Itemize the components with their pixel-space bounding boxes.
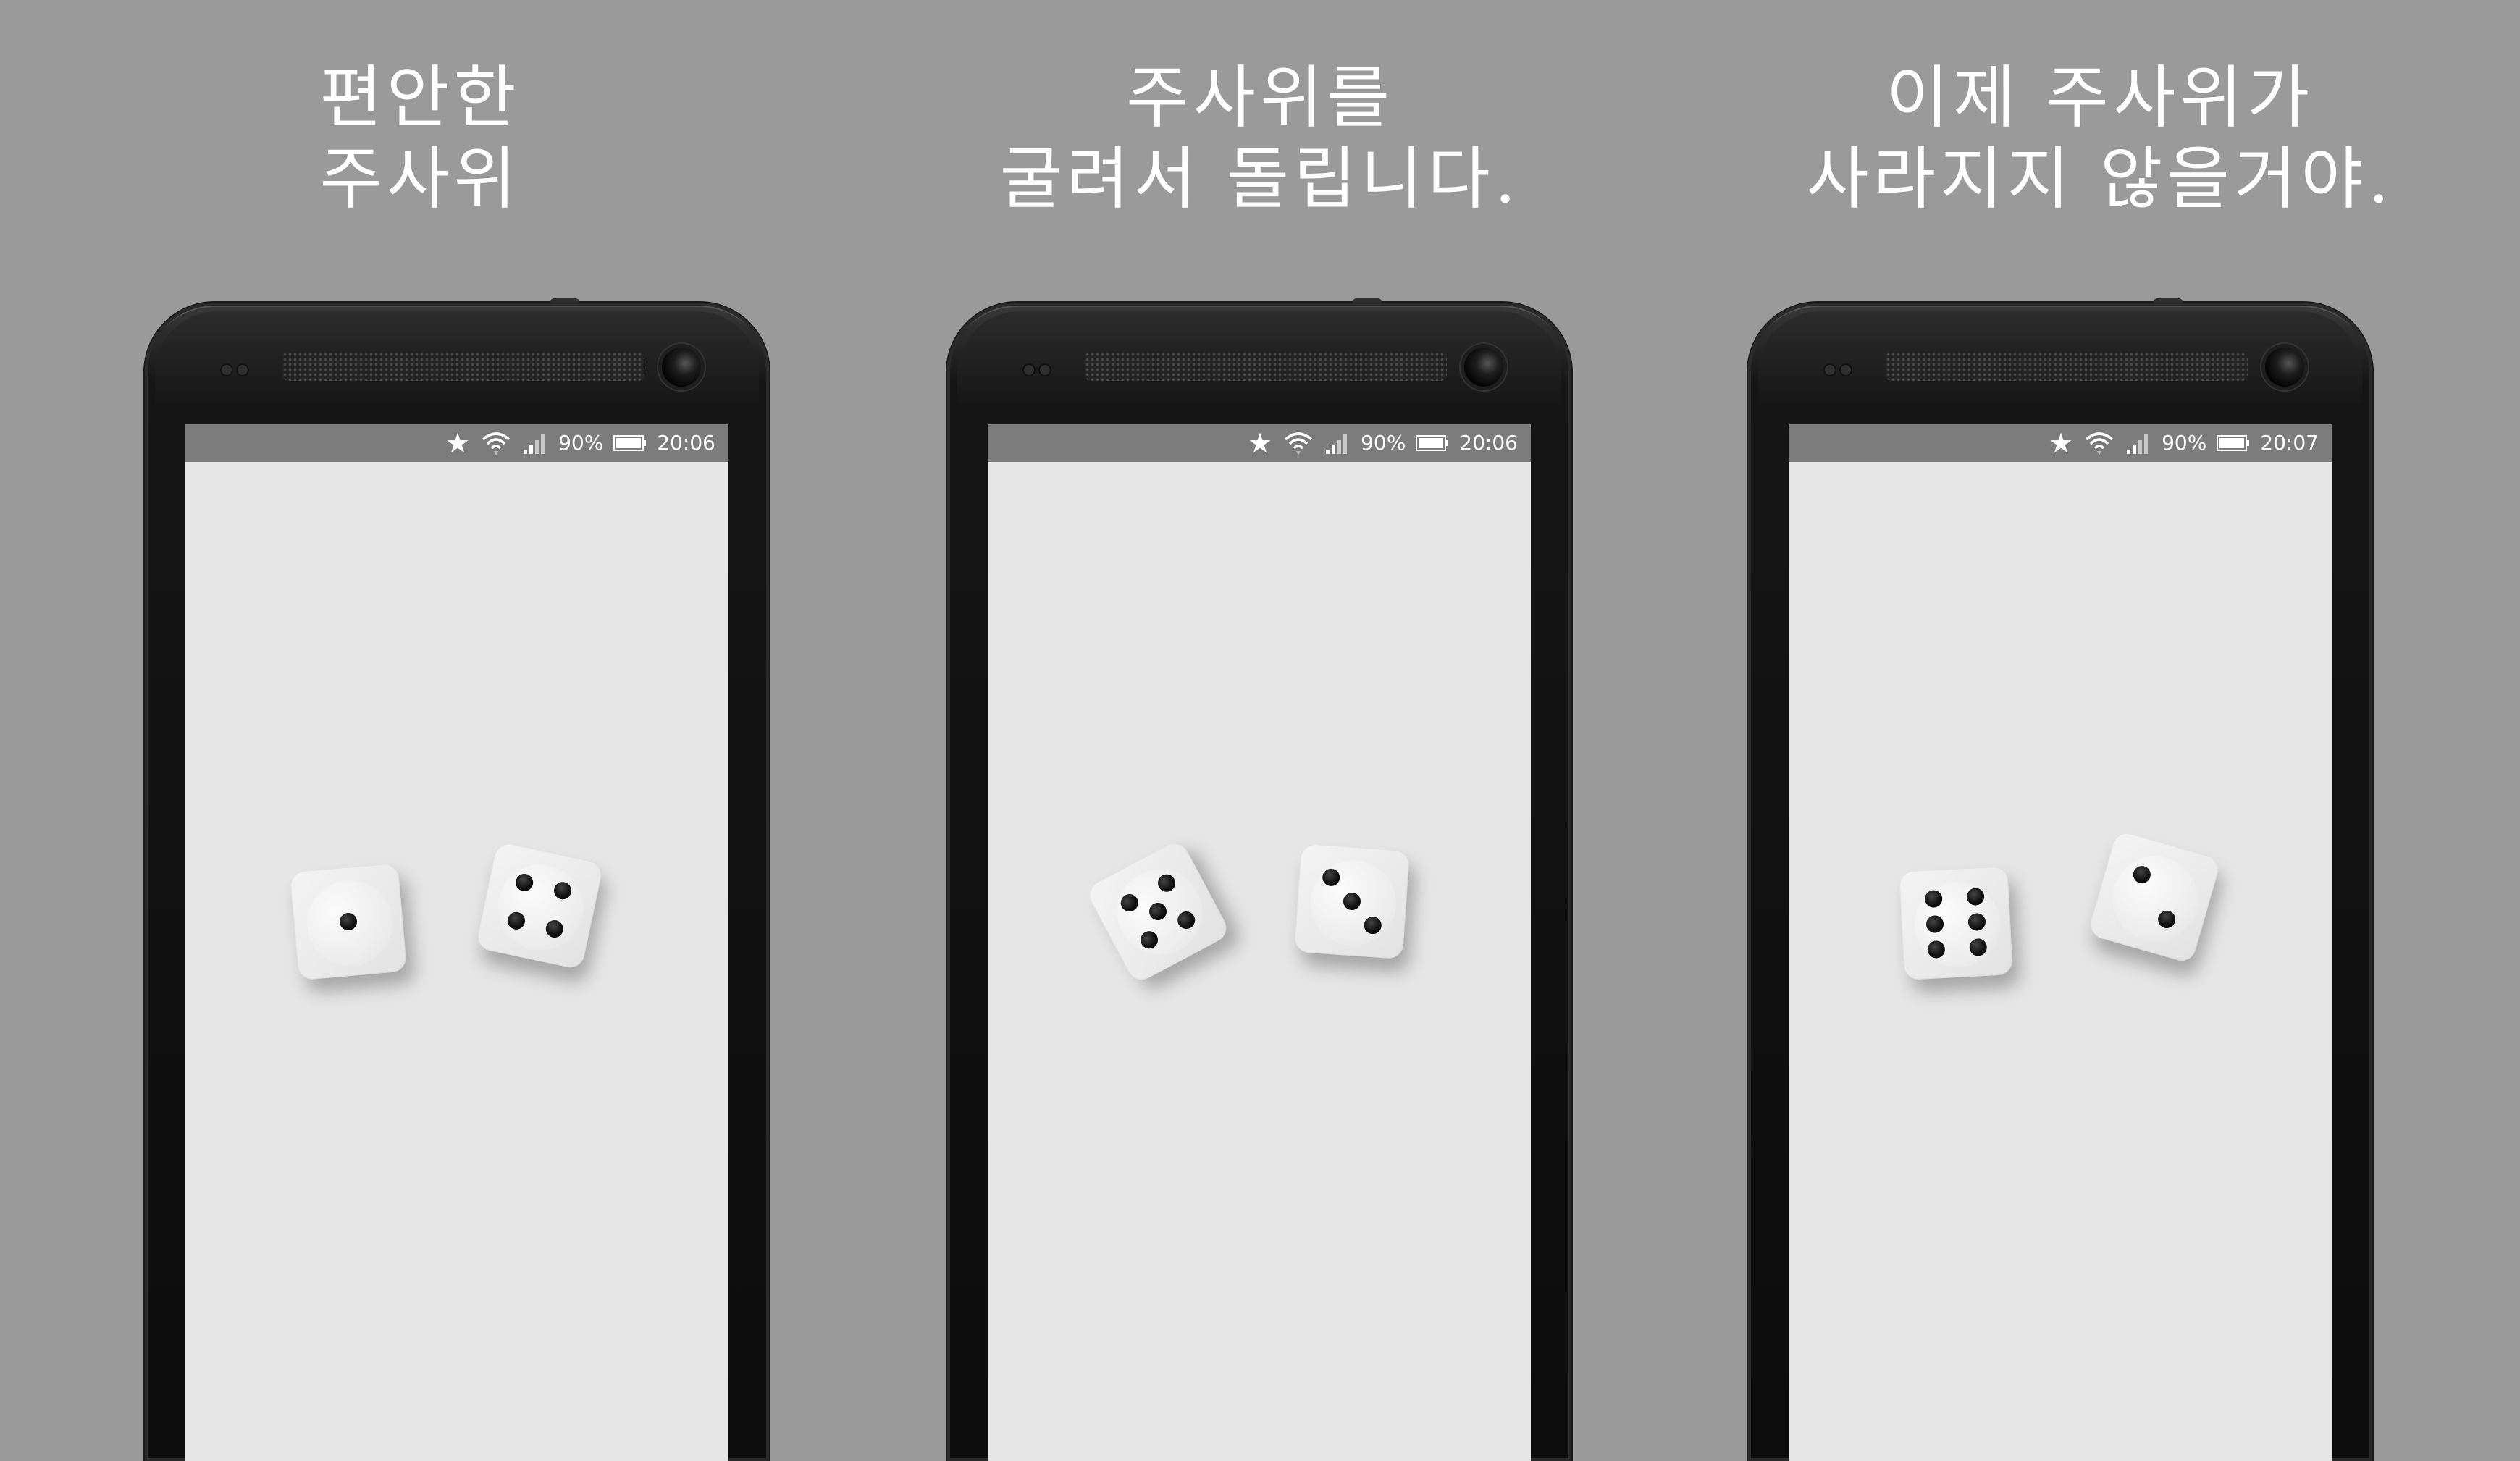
caption: 편안한 주사위 [0, 58, 840, 220]
status-time: 20:07 [2260, 431, 2319, 455]
die-pip [1174, 908, 1198, 932]
earpiece-speaker [1886, 352, 2248, 381]
sensor-dot [1841, 365, 1851, 375]
status-icons: ★ 90% [2049, 424, 2319, 462]
battery-percentage: 90% [558, 431, 604, 455]
caption: 주사위를 굴려서 돌립니다. [840, 58, 1680, 220]
wifi-icon [2085, 432, 2114, 455]
die-pip [2131, 864, 2153, 885]
front-camera-icon [1464, 348, 1503, 387]
die-1[interactable] [1084, 838, 1232, 985]
die-pip [552, 880, 574, 901]
sensor-dot [222, 365, 232, 375]
front-camera-icon [662, 348, 701, 387]
status-bar: ★ 90% [185, 424, 728, 462]
die-pip [1966, 887, 1985, 906]
wifi-icon [1284, 432, 1313, 455]
sensor-dot [1024, 365, 1034, 375]
die-pip [1322, 868, 1341, 887]
battery-icon [2217, 435, 2250, 451]
caption-line-1: 주사위를 [1126, 59, 1394, 138]
die-1[interactable] [1899, 866, 2013, 980]
phone-screen[interactable]: ★ 90% [988, 424, 1531, 1461]
earpiece-speaker [282, 352, 644, 381]
sensor-dot [1825, 365, 1835, 375]
die-pip [1137, 927, 1162, 952]
die-2[interactable] [1293, 843, 1411, 960]
phone-screen[interactable]: ★ 90% [1789, 424, 2332, 1461]
die-pip [544, 918, 566, 940]
screenshot-panel-2: 주사위를 굴려서 돌립니다. ★ 90% 20:06 [840, 0, 1680, 1461]
battery-percentage: 90% [1361, 431, 1406, 455]
die-pip [1363, 916, 1382, 935]
phone-frame: ★ 90% [1748, 298, 2372, 1461]
battery-icon [1416, 435, 1449, 451]
phone-screen[interactable]: ★ 90% [185, 424, 728, 1461]
power-button [1353, 298, 1382, 306]
screenshot-panel-3: 이제 주사위가 사라지지 않을거야. ★ 90% 20:07 [1680, 0, 2520, 1461]
sensor-dot [238, 365, 248, 375]
die-2[interactable] [475, 841, 604, 970]
caption-line-2: 주사위 [319, 140, 521, 219]
die-pip [2156, 909, 2177, 930]
caption: 이제 주사위가 사라지지 않을거야. [1680, 58, 2520, 220]
signal-icon [2127, 434, 2149, 454]
front-camera-icon [2265, 348, 2304, 387]
die-pip [1924, 889, 1943, 909]
phone-frame: ★ 90% [947, 298, 1571, 1461]
caption-line-2: 굴려서 돌립니다. [999, 140, 1521, 219]
power-button [550, 298, 579, 306]
die-pip [505, 910, 527, 932]
signal-icon [524, 434, 545, 454]
status-time: 20:06 [1459, 431, 1518, 455]
die-2[interactable] [2087, 830, 2222, 964]
die-pip [1967, 912, 1986, 932]
die-pip [1925, 914, 1944, 934]
die-pip [1969, 938, 1988, 957]
status-bar: ★ 90% [1789, 424, 2332, 462]
earpiece-speaker [1085, 352, 1447, 381]
star-icon: ★ [445, 427, 471, 459]
power-button [2154, 298, 2183, 306]
status-time: 20:06 [657, 431, 715, 455]
phone-frame: ★ 90% [145, 298, 769, 1461]
die-pip [1117, 891, 1142, 915]
screenshot-panel-1: 편안한 주사위 ★ 90% 20:06 [0, 0, 840, 1461]
battery-icon [613, 435, 647, 451]
battery-percentage: 90% [2162, 431, 2207, 455]
die-pip [1146, 899, 1170, 924]
caption-line-1: 이제 주사위가 [1886, 59, 2314, 138]
wifi-icon [482, 432, 511, 455]
caption-line-2: 사라지지 않을거야. [1806, 140, 2394, 219]
status-icons: ★ 90% [1248, 424, 1518, 462]
die-pip [1927, 940, 1946, 959]
die-1[interactable] [289, 862, 408, 981]
die-pip [1343, 892, 1361, 911]
signal-icon [1326, 434, 1348, 454]
sensor-dot [1040, 365, 1050, 375]
status-bar: ★ 90% [988, 424, 1531, 462]
die-pip [513, 872, 535, 893]
die-pip [1154, 871, 1179, 896]
star-icon: ★ [1247, 427, 1273, 459]
status-icons: ★ 90% [445, 424, 715, 462]
star-icon: ★ [2048, 427, 2074, 459]
die-pip [338, 911, 358, 932]
caption-line-1: 편안한 [319, 59, 521, 138]
